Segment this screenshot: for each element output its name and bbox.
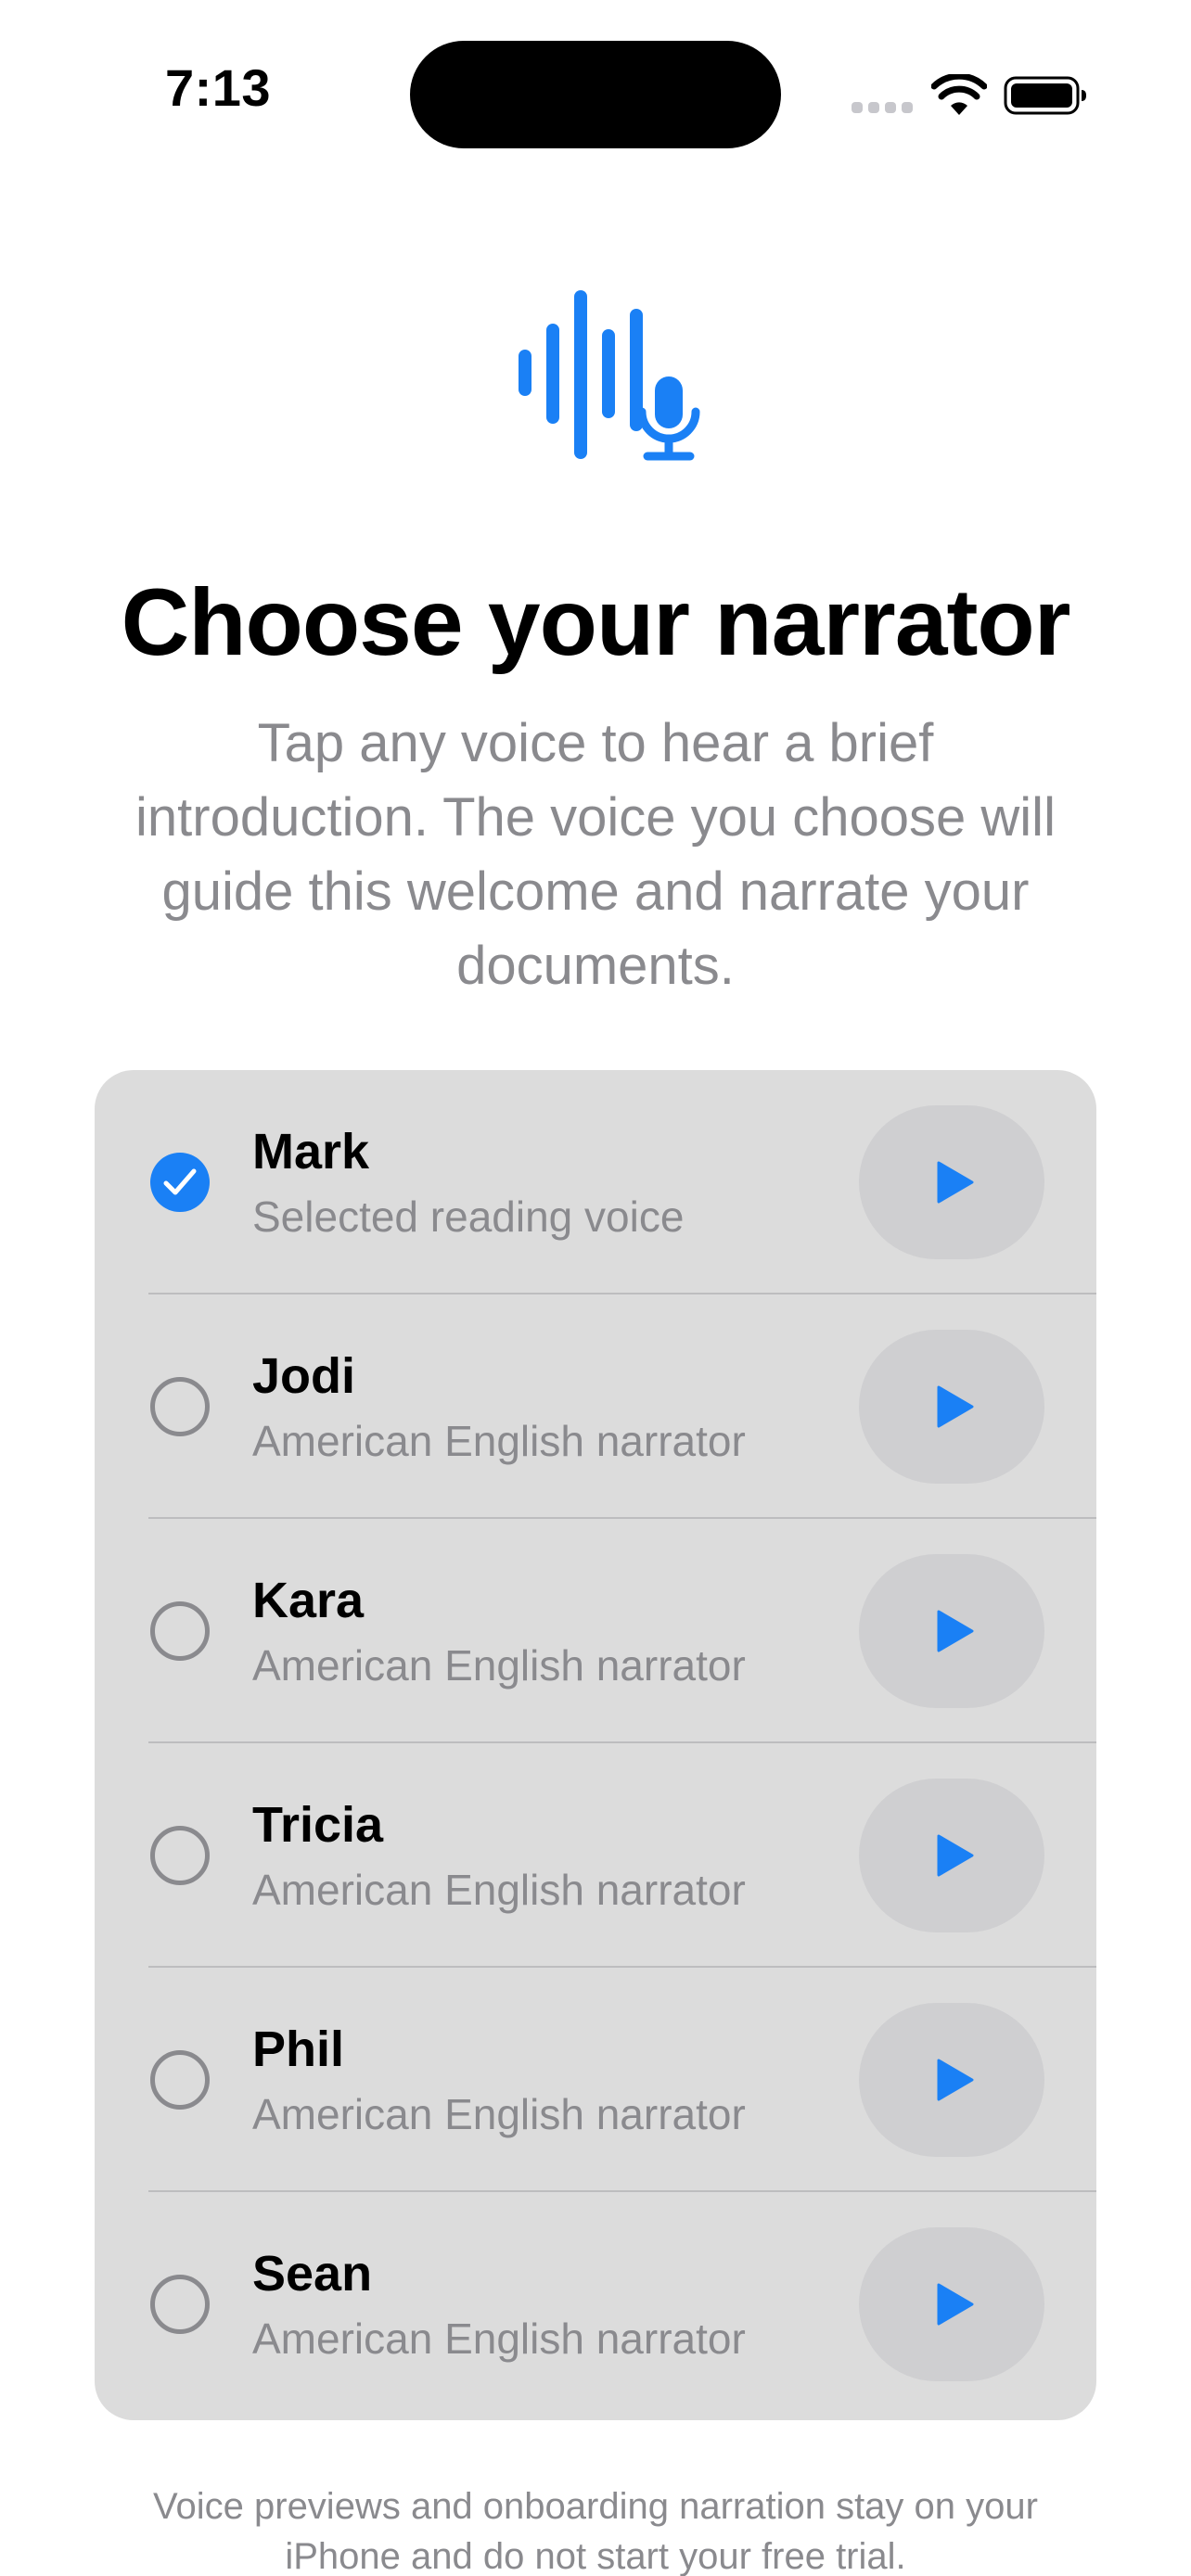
- play-icon: [937, 2059, 974, 2101]
- voice-name: Mark: [252, 1124, 370, 1180]
- voice-row-jodi[interactable]: Jodi American English narrator: [95, 1294, 1096, 1519]
- voice-name: Jodi: [252, 1348, 356, 1404]
- play-preview-button[interactable]: [859, 1330, 1044, 1484]
- voice-name: Sean: [252, 2246, 373, 2302]
- voice-row-tricia[interactable]: Tricia American English narrator: [95, 1743, 1096, 1968]
- radio-unselected-icon[interactable]: [150, 1601, 210, 1661]
- status-time: 7:13: [164, 58, 272, 117]
- play-preview-button[interactable]: [859, 1779, 1044, 1932]
- play-preview-button[interactable]: [859, 1105, 1044, 1259]
- checkmark-icon: [163, 1168, 197, 1195]
- voice-row-kara[interactable]: Kara American English narrator: [95, 1519, 1096, 1743]
- voice-description: American English narrator: [252, 1417, 746, 1465]
- play-icon: [937, 1161, 974, 1204]
- radio-selected-icon[interactable]: [150, 1153, 210, 1212]
- page-subtitle: Tap any voice to hear a brief introducti…: [135, 713, 1056, 996]
- voice-name: Kara: [252, 1573, 365, 1628]
- voice-row-mark[interactable]: Mark Selected reading voice: [95, 1070, 1096, 1294]
- page-title: Choose your narrator: [121, 569, 1071, 675]
- play-icon: [937, 1385, 974, 1428]
- voice-description: American English narrator: [252, 1866, 746, 1914]
- play-icon: [937, 1610, 974, 1652]
- voice-name: Tricia: [252, 1797, 384, 1853]
- voice-row-sean[interactable]: Sean American English narrator: [95, 2192, 1096, 2417]
- voice-description: American English narrator: [252, 2090, 746, 2138]
- voice-list: Mark Selected reading voice Jodi America…: [95, 1070, 1096, 2420]
- voice-row-phil[interactable]: Phil American English narrator: [95, 1968, 1096, 2192]
- radio-unselected-icon[interactable]: [150, 1826, 210, 1885]
- voice-description: American English narrator: [252, 1641, 746, 1690]
- wifi-icon: [931, 74, 987, 115]
- radio-unselected-icon[interactable]: [150, 1377, 210, 1436]
- cellular-signal-icon: [852, 102, 913, 113]
- dynamic-island: [410, 41, 781, 148]
- battery-icon: [1004, 76, 1086, 115]
- voice-description: Selected reading voice: [252, 1192, 685, 1241]
- play-preview-button[interactable]: [859, 2227, 1044, 2381]
- privacy-note: Voice previews and onboarding narration …: [153, 2486, 1038, 2576]
- radio-unselected-icon[interactable]: [150, 2275, 210, 2334]
- voice-description: American English narrator: [252, 2315, 746, 2363]
- voice-name: Phil: [252, 2021, 345, 2077]
- play-preview-button[interactable]: [859, 2003, 1044, 2157]
- waveform-microphone-icon: [519, 290, 700, 461]
- play-preview-button[interactable]: [859, 1554, 1044, 1708]
- radio-unselected-icon[interactable]: [150, 2050, 210, 2110]
- play-icon: [937, 1834, 974, 1877]
- narrator-selection-screen: 7:13 Choose your narrator Tap any voice …: [0, 0, 1191, 2576]
- play-icon: [937, 2283, 974, 2326]
